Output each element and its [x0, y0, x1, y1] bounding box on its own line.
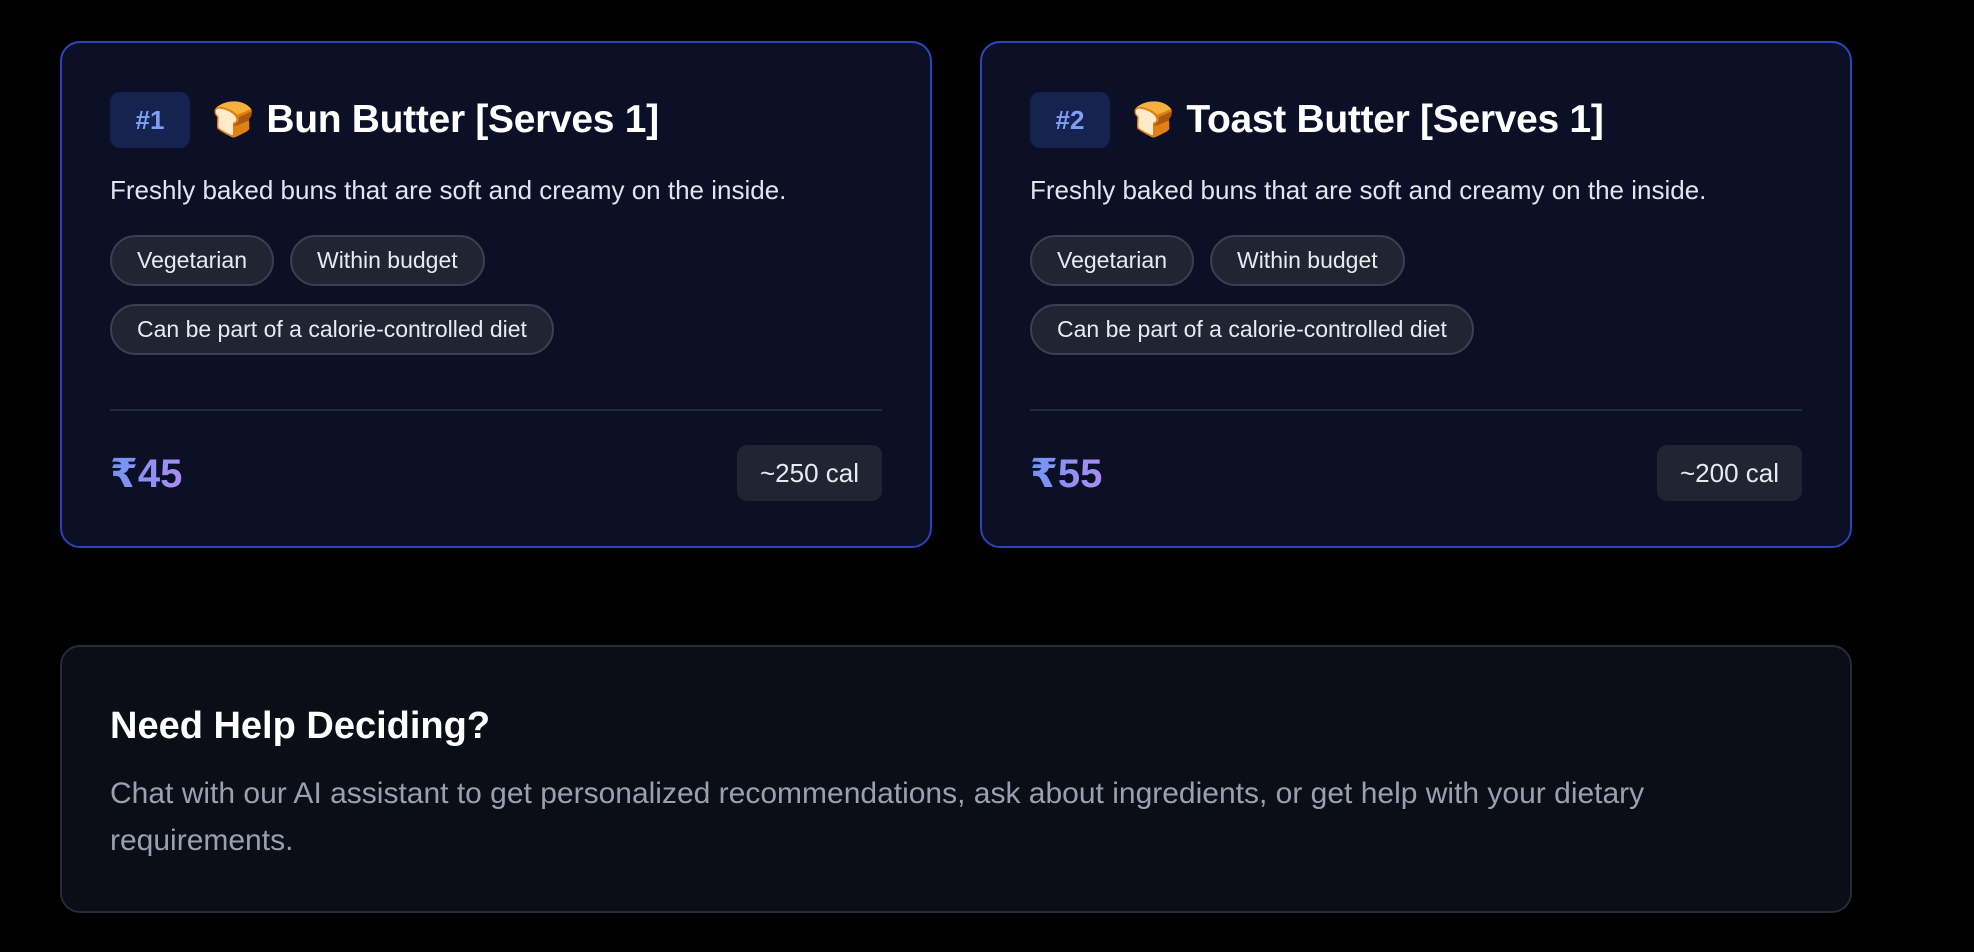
rank-badge: #2 [1030, 92, 1110, 148]
item-name: Bun Butter [Serves 1] [266, 98, 659, 141]
card-header: #1 🍞 Bun Butter [Serves 1] [110, 91, 882, 149]
tag-vegetarian: Vegetarian [1030, 235, 1194, 287]
tag-calorie-controlled: Can be part of a calorie-controlled diet [1030, 304, 1474, 356]
item-price: ₹45 [110, 452, 183, 496]
tag-calorie-controlled: Can be part of a calorie-controlled diet [110, 304, 554, 356]
tag-within-budget: Within budget [289, 235, 485, 287]
menu-item-card[interactable]: #1 🍞 Bun Butter [Serves 1] Freshly baked… [60, 41, 932, 548]
tag-within-budget: Within budget [1209, 235, 1405, 287]
item-tags: Vegetarian Within budget Can be part of … [110, 235, 750, 356]
recommendation-list: #1 🍞 Bun Butter [Serves 1] Freshly baked… [60, 41, 1852, 548]
calorie-badge: ~250 cal [736, 445, 882, 501]
help-panel: Need Help Deciding? Chat with our AI ass… [60, 645, 1852, 913]
card-header: #2 🍞 Toast Butter [Serves 1] [1030, 91, 1802, 149]
tag-vegetarian: Vegetarian [110, 235, 274, 287]
item-tags: Vegetarian Within budget Can be part of … [1030, 235, 1670, 356]
card-divider [1030, 409, 1802, 411]
item-name: Toast Butter [Serves 1] [1186, 98, 1604, 141]
item-price: ₹55 [1030, 452, 1103, 496]
help-title: Need Help Deciding? [110, 705, 491, 747]
menu-item-card[interactable]: #2 🍞 Toast Butter [Serves 1] Freshly bak… [980, 41, 1852, 548]
card-divider [110, 409, 882, 411]
bread-icon: 🍞 [212, 101, 255, 139]
item-description: Freshly baked buns that are soft and cre… [1030, 175, 1707, 205]
calorie-badge: ~200 cal [1656, 445, 1802, 501]
help-description: Chat with our AI assistant to get person… [110, 777, 1645, 858]
rank-badge: #1 [110, 92, 190, 148]
item-description: Freshly baked buns that are soft and cre… [110, 175, 787, 205]
bread-icon: 🍞 [1132, 101, 1175, 139]
